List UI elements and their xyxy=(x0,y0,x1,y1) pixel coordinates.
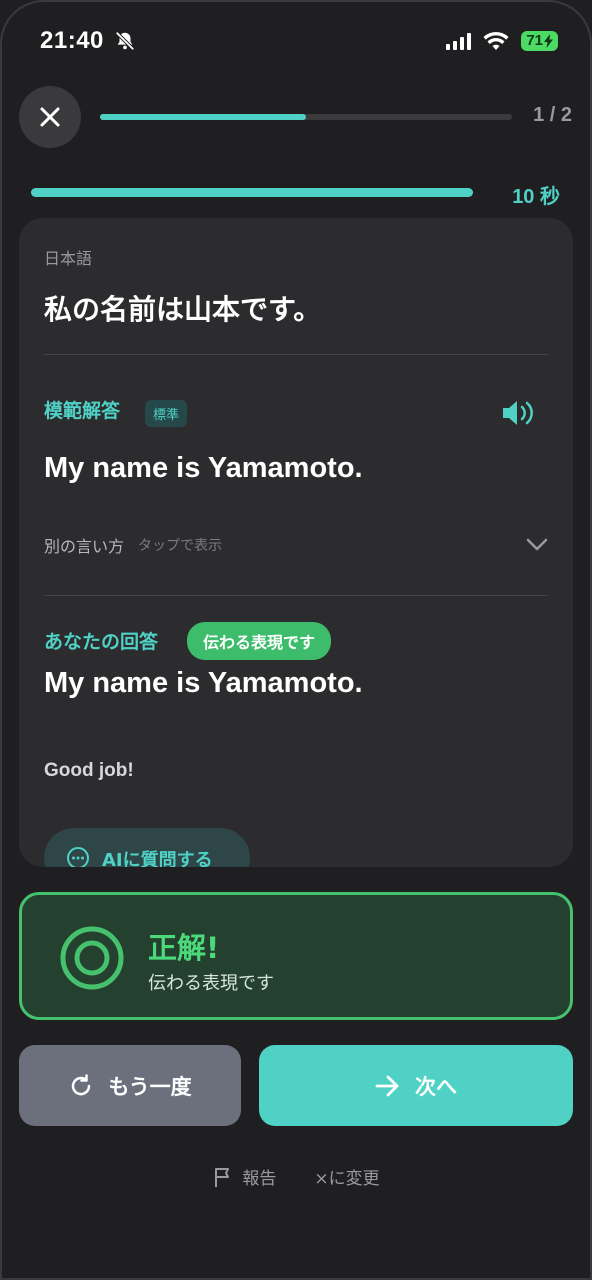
mark-incorrect-link[interactable]: ×に変更 xyxy=(314,1164,379,1189)
status-time: 21:40 xyxy=(40,27,104,54)
wifi-icon xyxy=(483,31,509,50)
source-sentence: 私の名前は山本です。 xyxy=(44,293,322,326)
next-button[interactable]: 次へ xyxy=(259,1045,573,1126)
ask-ai-button[interactable]: AIに質問する xyxy=(44,828,250,867)
report-link[interactable]: 報告 xyxy=(212,1164,276,1189)
divider xyxy=(44,354,548,355)
timer-bar xyxy=(31,188,473,197)
retry-label: もう一度 xyxy=(108,1074,192,1099)
flag-icon xyxy=(215,1167,230,1187)
chevron-down-icon xyxy=(526,538,548,551)
close-button[interactable] xyxy=(19,86,81,148)
footer-links: 報告 ×に変更 xyxy=(0,1164,592,1189)
chat-bubble-icon xyxy=(67,847,89,867)
result-banner: 正解! 伝わる表現です xyxy=(19,892,573,1020)
correct-circle-icon xyxy=(60,926,124,990)
alternative-expressions-toggle[interactable]: 別の言い方 タップで表示 xyxy=(44,532,548,558)
answer-card: 日本語 私の名前は山本です。 模範解答 標準 My name is Yamamo… xyxy=(19,218,573,867)
arrow-right-icon xyxy=(375,1075,399,1096)
your-answer-text: My name is Yamamoto. xyxy=(44,667,363,699)
charging-bolt-icon xyxy=(544,34,553,48)
result-title: 正解! xyxy=(148,931,220,965)
close-icon xyxy=(40,107,60,127)
status-bar: 21:40 71 xyxy=(40,26,558,56)
divider xyxy=(44,595,548,596)
alternative-label: 別の言い方 xyxy=(44,537,125,556)
standard-badge: 標準 xyxy=(145,400,188,427)
report-label: 報告 xyxy=(242,1169,277,1189)
bell-slash-icon xyxy=(115,31,135,51)
battery-indicator: 71 xyxy=(521,31,558,51)
question-progress-fill xyxy=(100,114,306,120)
model-answer-text: My name is Yamamoto. xyxy=(44,452,363,484)
cellular-signal-icon xyxy=(446,32,472,50)
question-progress-bar xyxy=(100,114,512,120)
result-subtitle: 伝わる表現です xyxy=(148,973,274,994)
ask-ai-label: AIに質問する xyxy=(102,850,213,867)
refresh-icon xyxy=(72,1073,91,1095)
mark-incorrect-label: ×に変更 xyxy=(314,1169,380,1189)
retry-button[interactable]: もう一度 xyxy=(19,1045,241,1126)
evaluation-badge: 伝わる表現です xyxy=(187,622,332,660)
source-language-label: 日本語 xyxy=(44,249,93,268)
play-audio-button[interactable] xyxy=(501,398,537,432)
timer-label: 10 秒 xyxy=(512,186,560,208)
your-answer-label: あなたの回答 xyxy=(44,631,159,653)
feedback-text: Good job! xyxy=(44,760,134,781)
question-counter: 1 / 2 xyxy=(533,104,572,126)
model-answer-label: 模範解答 xyxy=(44,400,121,422)
app-screen: 21:40 71 1 / 2 10 秒 日本語 私の名前は山本です。 模範解答 … xyxy=(0,0,592,1280)
next-label: 次へ xyxy=(415,1074,457,1099)
timer-fill xyxy=(31,188,473,197)
speaker-icon xyxy=(503,401,533,425)
alternative-hint: タップで表示 xyxy=(138,538,223,554)
